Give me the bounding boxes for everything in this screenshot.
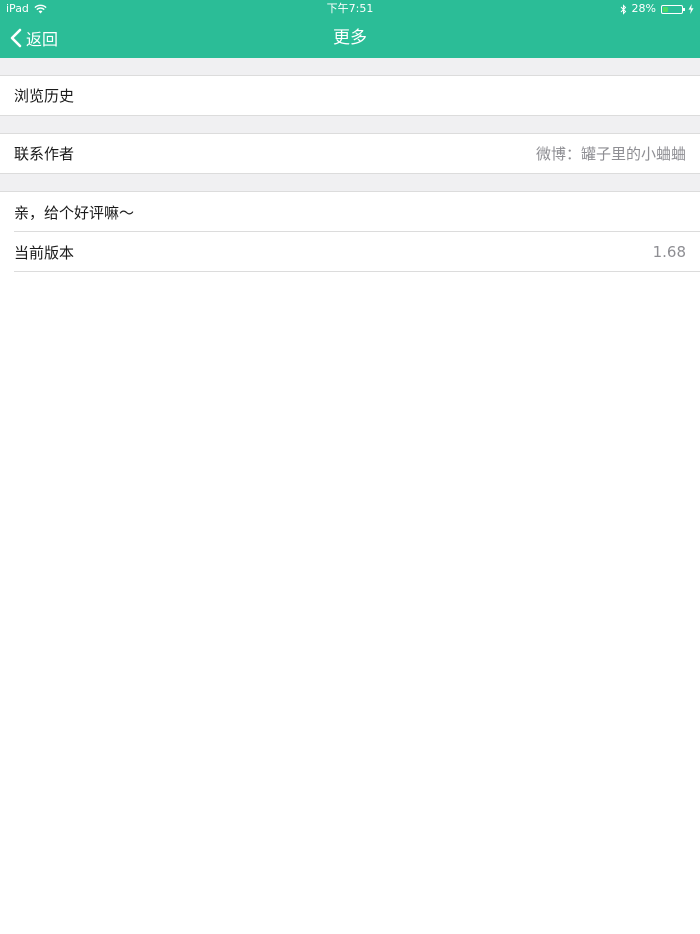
section-gap [0, 174, 700, 192]
settings-list: 浏览历史 联系作者 微博：罐子里的小蛐蛐 亲，给个好评嘛～ 当前版本 1.68 [0, 58, 700, 272]
version-row[interactable]: 当前版本 1.68 [0, 232, 700, 272]
version-value: 1.68 [652, 243, 686, 261]
battery-icon [661, 4, 685, 14]
battery-tip [683, 7, 685, 11]
status-bar: iPad 下午7:51 28% [0, 0, 700, 18]
bluetooth-icon [620, 3, 627, 15]
nav-bar: 返回 更多 [0, 18, 700, 58]
status-time: 下午7:51 [326, 2, 374, 15]
header: iPad 下午7:51 28% 返回 更多 [0, 0, 700, 58]
version-label: 当前版本 [14, 243, 75, 262]
contact-detail: 微博：罐子里的小蛐蛐 [535, 145, 686, 163]
status-right: 28% [620, 0, 694, 18]
page-title: 更多 [333, 28, 367, 48]
review-label: 亲，给个好评嘛～ [14, 203, 135, 222]
battery-percent: 28% [631, 2, 656, 15]
battery-fill [663, 6, 668, 12]
contact-label: 联系作者 [14, 145, 75, 163]
section-gap [0, 116, 700, 134]
history-label: 浏览历史 [14, 87, 75, 105]
contact-author-row[interactable]: 联系作者 微博：罐子里的小蛐蛐 [0, 134, 700, 174]
history-row[interactable]: 浏览历史 [0, 76, 700, 116]
review-row[interactable]: 亲，给个好评嘛～ [0, 192, 700, 232]
charging-bolt-icon [688, 4, 694, 14]
section-gap [0, 58, 700, 76]
